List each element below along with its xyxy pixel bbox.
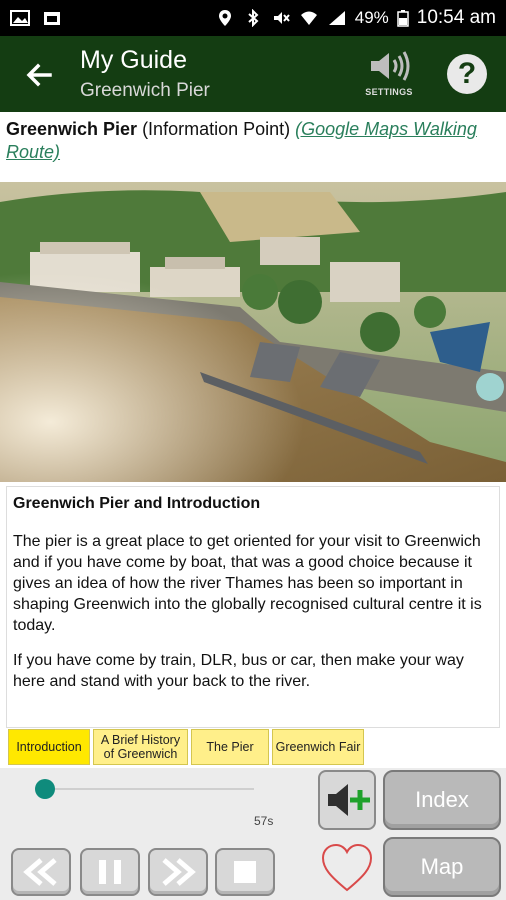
description-panel: Greenwich Pier and Introduction The pier… xyxy=(6,486,500,728)
index-button[interactable]: Index xyxy=(383,770,501,830)
tab-the-pier[interactable]: The Pier xyxy=(191,729,269,765)
battery-icon xyxy=(397,10,409,27)
back-arrow-icon[interactable] xyxy=(22,58,56,92)
tab-introduction[interactable]: Introduction xyxy=(8,729,90,765)
player-panel: 57s Index Map xyxy=(0,768,506,900)
app-subtitle: Greenwich Pier xyxy=(80,80,210,101)
pause-icon xyxy=(99,860,121,884)
volume-up-button[interactable] xyxy=(318,770,376,830)
app-notification-icon xyxy=(44,12,60,25)
aerial-photo xyxy=(0,182,506,482)
audio-progress-slider[interactable] xyxy=(36,788,254,790)
stop-button[interactable] xyxy=(215,848,275,896)
location-icon xyxy=(218,10,231,26)
status-bar: 49% 10:54 am xyxy=(0,0,506,36)
section-heading: Greenwich Pier and Introduction xyxy=(13,495,261,512)
tab-brief-history[interactable]: A Brief History of Greenwich xyxy=(93,729,188,765)
volume-plus-icon xyxy=(328,784,370,816)
rewind-icon xyxy=(23,858,57,886)
wifi-icon xyxy=(300,11,317,25)
time-remaining: 57s xyxy=(254,814,274,828)
speaker-settings-icon xyxy=(371,51,410,81)
mute-icon xyxy=(273,12,290,24)
bluetooth-icon xyxy=(248,9,259,27)
place-name: Greenwich Pier xyxy=(6,119,138,139)
info-line: Greenwich Pier (Information Point) (Goog… xyxy=(6,118,502,164)
settings-label: SETTINGS xyxy=(365,87,413,97)
stop-icon xyxy=(234,861,256,883)
app-title: My Guide xyxy=(80,46,187,74)
section-tabs: Introduction A Brief History of Greenwic… xyxy=(8,729,364,765)
slider-thumb[interactable] xyxy=(34,779,55,799)
rewind-button[interactable] xyxy=(11,848,71,896)
settings-button[interactable]: SETTINGS xyxy=(362,50,416,98)
favorite-heart-icon[interactable] xyxy=(320,842,374,894)
fast-forward-icon xyxy=(162,858,196,886)
image-notification-icon xyxy=(10,10,30,26)
place-type: (Information Point) xyxy=(137,119,296,139)
paragraph: The pier is a great place to get oriente… xyxy=(13,533,482,634)
tab-greenwich-fair[interactable]: Greenwich Fair xyxy=(272,729,364,765)
help-button[interactable]: ? xyxy=(447,54,487,94)
map-button[interactable]: Map xyxy=(383,837,501,897)
clock: 10:54 am xyxy=(416,7,496,28)
fast-forward-button[interactable] xyxy=(148,848,208,896)
paragraph: If you have come by train, DLR, bus or c… xyxy=(13,652,464,690)
signal-icon xyxy=(328,11,345,25)
app-bar: My Guide Greenwich Pier SETTINGS ? xyxy=(0,36,506,112)
battery-percent: 49% xyxy=(354,8,389,27)
pause-button[interactable] xyxy=(80,848,140,896)
